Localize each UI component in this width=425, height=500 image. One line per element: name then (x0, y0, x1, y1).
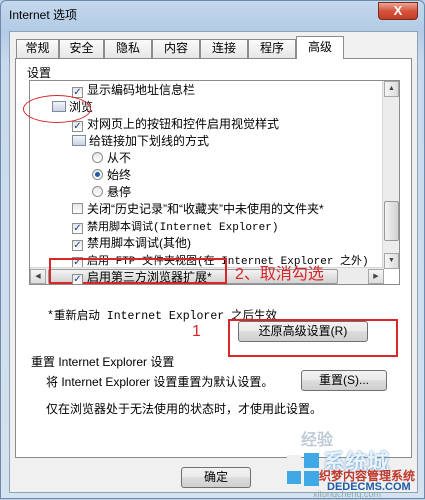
checkbox-unchecked[interactable] (72, 203, 83, 214)
vertical-scrollbar[interactable]: ▲ ▼ (382, 81, 399, 269)
close-button[interactable]: X (378, 2, 418, 20)
reset-heading: 重置 Internet Explorer 设置 (31, 355, 175, 369)
radio-never[interactable]: 从不 (92, 151, 131, 167)
close-icon: X (393, 3, 403, 18)
ok-button[interactable]: 确定 (181, 467, 251, 488)
reset-description: 将 Internet Explorer 设置重置为默认设置。 (46, 375, 274, 389)
window-title: Internet 选项 (9, 8, 78, 22)
tab-general[interactable]: 常规 (16, 39, 59, 58)
list-item[interactable]: ✓ 对网页上的按钮和控件启用视觉样式 (72, 117, 279, 133)
reset-note: 仅在浏览器处于无法使用的状态时，才使用此设置。 (46, 402, 323, 416)
radio-always[interactable]: 始终 (92, 168, 131, 184)
list-item-third-party-extensions[interactable]: ✓ 启用第三方浏览器扩展* (72, 270, 212, 284)
watermark-domain: xitongcheng.com (313, 489, 382, 499)
radio-hover[interactable]: 悬停 (92, 185, 131, 201)
radio-button-selected[interactable] (92, 169, 103, 180)
annotation-step1: 1 (192, 323, 201, 340)
checkbox-checked[interactable]: ✓ (72, 240, 83, 251)
windows-logo-icon (287, 453, 319, 486)
tab-connections[interactable]: 连接 (200, 39, 248, 58)
list-item[interactable]: 关闭“历史记录”和“收藏夹”中未使用的文件夹* (72, 202, 324, 218)
annotation-step2: 2、取消勾选 (235, 266, 324, 283)
list-item[interactable]: ✓ 显示编码地址信息栏 (72, 83, 195, 99)
tab-advanced[interactable]: 高级 (296, 36, 344, 59)
checkbox-checked[interactable]: ✓ (72, 121, 83, 132)
scroll-left-icon[interactable]: ◀ (30, 269, 46, 284)
checkbox-checked[interactable]: ✓ (72, 274, 83, 284)
checkbox-checked[interactable]: ✓ (72, 223, 83, 234)
list-item[interactable]: ✓ 禁用脚本调试(其他) (72, 236, 191, 252)
settings-label: 设置 (27, 66, 52, 80)
folder-icon (72, 135, 86, 146)
internet-options-window: Internet 选项 X 常规 安全 隐私 内容 连接 程序 高级 设置 ✓ 显… (0, 0, 425, 499)
list-item[interactable]: ✓ 禁用脚本调试(Internet Explorer) (72, 219, 278, 235)
radio-button[interactable] (92, 186, 103, 197)
list-item: 给链接加下划线的方式 (72, 134, 209, 150)
radio-button[interactable] (92, 152, 103, 163)
annotation-box-restore (228, 319, 398, 357)
site-watermark-logo: 系统城 织梦内容管理系统 DEDECMS.COM xitongcheng.com (283, 445, 425, 500)
tab-privacy[interactable]: 隐私 (104, 39, 152, 58)
tab-programs[interactable]: 程序 (248, 39, 296, 58)
scroll-right-icon[interactable]: ▶ (368, 269, 384, 284)
tab-content[interactable]: 内容 (152, 39, 200, 58)
scroll-thumb[interactable] (384, 201, 399, 241)
reset-button[interactable]: 重置(S)... (301, 370, 387, 391)
scroll-up-icon[interactable]: ▲ (384, 81, 399, 97)
annotation-ellipse (23, 95, 91, 123)
scroll-down-icon[interactable]: ▼ (384, 253, 399, 269)
tab-security[interactable]: 安全 (59, 39, 104, 58)
